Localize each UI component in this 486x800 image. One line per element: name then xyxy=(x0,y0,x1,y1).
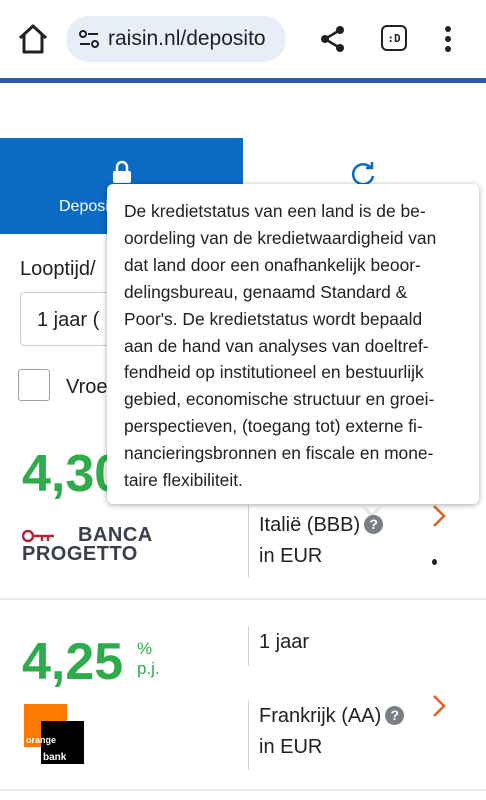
offer-currency: in EUR xyxy=(259,736,323,758)
tab-switcher-button[interactable]: :D xyxy=(381,25,407,51)
offer-divider xyxy=(248,626,249,666)
tooltip-line: nancieringsbronnen en fiscale en mone- xyxy=(124,443,434,464)
offer-divider xyxy=(248,700,249,770)
site-header xyxy=(0,83,486,138)
country-rating: Italië (BBB) xyxy=(259,514,361,536)
filter-checkbox[interactable] xyxy=(18,369,50,401)
tooltip-line: dat land door een onafhankelijk beoor- xyxy=(124,254,421,275)
offer-separator xyxy=(0,598,486,600)
checkbox-label: Vroe xyxy=(66,376,108,398)
tooltip-line: fendheid op institutioneel en bestuurlij… xyxy=(124,362,424,383)
bank-name-line2: PROGETTO xyxy=(22,543,138,565)
term-select-value: 1 jaar ( xyxy=(37,309,100,331)
offer-divider xyxy=(248,505,249,577)
orange-bank-logo: orange bank xyxy=(24,704,84,764)
share-icon[interactable] xyxy=(318,24,348,54)
rate-unit: % xyxy=(137,639,153,658)
browser-toolbar: raisin.nl/deposito :D xyxy=(0,0,486,78)
url-text[interactable]: raisin.nl/deposito xyxy=(108,27,266,51)
credit-rating-tooltip: De kredietstatus van een land is de be- … xyxy=(107,184,479,504)
tooltip-line: oordeling van de kredietwaardigheid van xyxy=(124,227,437,248)
logo-text-bank: bank xyxy=(43,752,67,763)
key-icon xyxy=(22,529,54,543)
tooltip-line: perspectieven, (toegang tot) externe fi- xyxy=(124,416,423,437)
chevron-right-icon[interactable] xyxy=(430,503,448,529)
chevron-right-icon[interactable] xyxy=(430,693,448,719)
home-icon[interactable] xyxy=(16,22,50,56)
tooltip-line: De kredietstatus van een land is de be- xyxy=(124,201,426,221)
help-icon[interactable]: ? xyxy=(364,515,384,534)
country-rating: Frankrijk (AA) xyxy=(259,705,382,727)
tooltip-line: Poor's. De kredietstatus wordt bepaald xyxy=(124,308,423,329)
offer-currency: in EUR xyxy=(259,545,323,567)
lock-icon xyxy=(113,160,131,183)
tooltip-line: gebied, economische structuur en groei- xyxy=(124,389,435,410)
offer-rate: 4,25 xyxy=(22,633,124,691)
term-filter-label: Looptijd/ xyxy=(20,258,96,280)
help-icon[interactable]: ? xyxy=(385,706,405,725)
tooltip-line: taire flexibiliteit. xyxy=(124,470,243,491)
address-bar[interactable]: raisin.nl/deposito xyxy=(66,16,286,62)
tooltip-line: aan de hand van analyses van doeltref- xyxy=(124,335,429,356)
banca-progetto-logo: BANCA PROGETTO xyxy=(22,524,152,566)
offer-term: 1 jaar xyxy=(259,631,310,653)
offer-country: Frankrijk (AA)? xyxy=(259,705,405,728)
dot-marker xyxy=(432,559,437,565)
offer-separator xyxy=(0,789,486,791)
site-settings-icon[interactable] xyxy=(78,28,100,50)
tooltip-line: delingsbureau, genaamd Standard & xyxy=(124,281,408,302)
offer-country: Italië (BBB)? xyxy=(259,514,384,537)
more-options-icon[interactable] xyxy=(438,24,458,54)
rate-period: p.j. xyxy=(137,659,160,678)
logo-text-orange: orange xyxy=(26,735,57,745)
